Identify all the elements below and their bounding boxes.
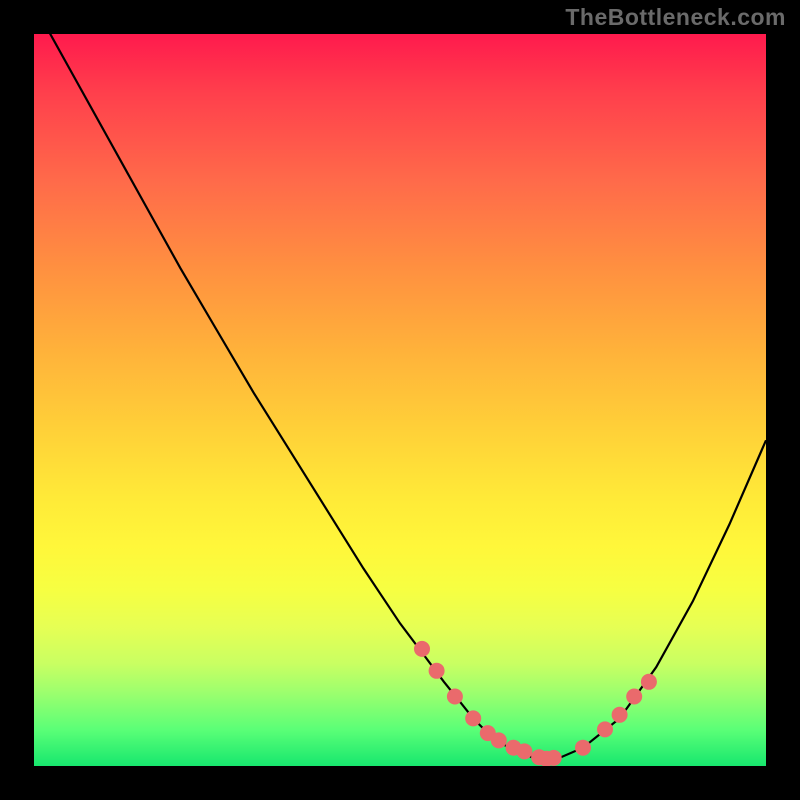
marker-point	[546, 750, 562, 766]
bottleneck-curve	[34, 34, 766, 759]
marker-point	[516, 743, 532, 759]
marker-point	[414, 641, 430, 657]
marker-point	[429, 663, 445, 679]
chart-container: TheBottleneck.com	[0, 0, 800, 800]
marker-point	[612, 707, 628, 723]
marker-point	[626, 689, 642, 705]
marker-point	[641, 674, 657, 690]
chart-overlay	[34, 34, 766, 766]
marker-point	[465, 710, 481, 726]
marker-point	[575, 740, 591, 756]
watermark-text: TheBottleneck.com	[565, 4, 786, 31]
marker-points	[414, 641, 657, 766]
marker-point	[447, 689, 463, 705]
marker-point	[597, 721, 613, 737]
marker-point	[491, 732, 507, 748]
